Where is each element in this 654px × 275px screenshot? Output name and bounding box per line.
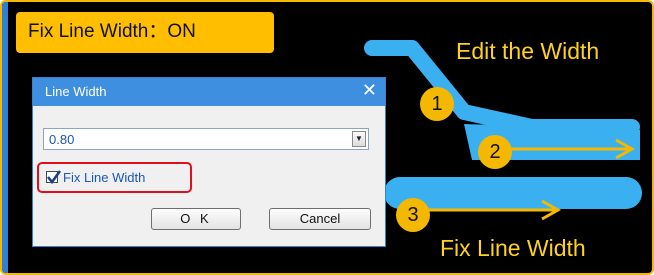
illustration-frame: Fix Line Width：ON Line Width ✕ 0.80 ▼ Fi… [0, 0, 654, 275]
fix-line-width-checkbox[interactable] [46, 170, 62, 185]
checkmark-icon [46, 170, 62, 185]
step-badge-3: 3 [396, 198, 430, 232]
dialog-title: Line Width [45, 84, 107, 99]
line-width-value: 0.80 [49, 132, 75, 147]
line-width-dialog: Line Width ✕ 0.80 ▼ Fix Line Width O K C… [32, 77, 386, 247]
fix-line-width-highlight: Fix Line Width [37, 162, 192, 193]
ok-button[interactable]: O K [151, 208, 241, 230]
step-badge-2: 2 [478, 135, 512, 169]
close-icon[interactable]: ✕ [362, 80, 377, 101]
line-width-select[interactable]: 0.80 ▼ [43, 128, 369, 150]
chevron-down-icon[interactable]: ▼ [352, 131, 366, 147]
edit-width-caption: Edit the Width [456, 38, 600, 64]
cancel-button[interactable]: Cancel [269, 208, 371, 230]
fix-line-width-status-tag: Fix Line Width：ON [16, 12, 274, 53]
step-badge-1: 1 [420, 87, 454, 121]
fix-line-width-label[interactable]: Fix Line Width [63, 170, 145, 185]
fix-line-width-caption: Fix Line Width [440, 235, 586, 261]
dialog-titlebar: Line Width ✕ [33, 78, 385, 106]
